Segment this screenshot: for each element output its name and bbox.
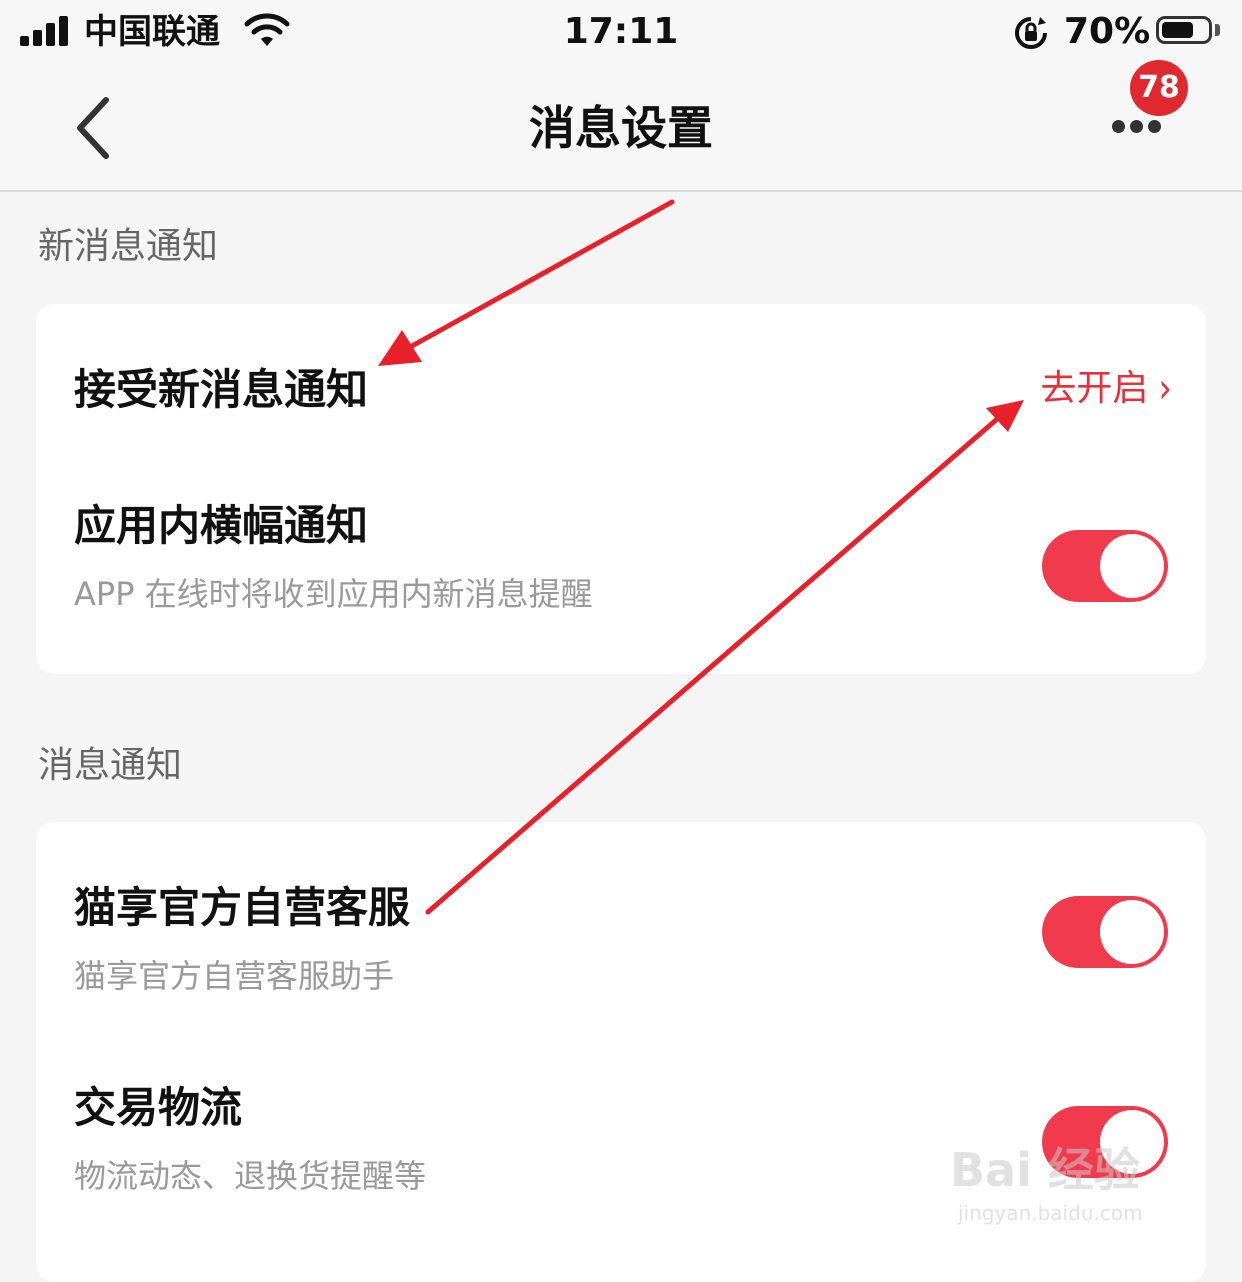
nav-bar: 消息设置	[0, 64, 1242, 192]
toggle-knob	[1100, 534, 1164, 598]
enable-label: 去开启	[1040, 368, 1149, 409]
more-icon	[1112, 120, 1125, 133]
row-title: 接受新消息通知	[74, 365, 369, 414]
watermark-brand: Bai 经验	[950, 1143, 1140, 1197]
baidu-watermark: Bai 经验 jingyan.baidu.com	[950, 1140, 1190, 1230]
row-title: 猫享官方自营客服	[74, 883, 411, 932]
settings-card-new-message: 接受新消息通知 去开启 › 应用内横幅通知 APP 在线时将收到应用内新消息提醒	[36, 304, 1206, 674]
section-title-new-message: 新消息通知	[38, 226, 219, 267]
rotation-lock-icon	[1015, 17, 1047, 49]
row-official-service: 猫享官方自营客服 猫享官方自营客服助手	[36, 822, 1206, 1022]
battery-percent: 70%	[1064, 11, 1151, 52]
row-accept-notifications[interactable]: 接受新消息通知 去开启 ›	[36, 304, 1206, 474]
page-title: 消息设置	[529, 101, 713, 155]
battery-cap	[1215, 24, 1220, 36]
row-title: 应用内横幅通知	[74, 501, 369, 550]
notification-badge: 78	[1130, 60, 1188, 116]
chevron-right-icon: ›	[1158, 365, 1172, 413]
battery-fill	[1162, 22, 1193, 38]
row-subtitle: 猫享官方自营客服助手	[74, 957, 395, 995]
toggle-knob	[1100, 900, 1164, 964]
row-subtitle: APP 在线时将收到应用内新消息提醒	[74, 575, 593, 613]
more-icon-dot	[1148, 120, 1161, 133]
row-in-app-banner: 应用内横幅通知 APP 在线时将收到应用内新消息提醒	[36, 474, 1206, 674]
toggle-in-app-banner[interactable]	[1042, 530, 1168, 602]
watermark-url: jingyan.baidu.com	[958, 1201, 1143, 1225]
status-bar: 中国联通 17:11 70%	[0, 0, 1242, 64]
section-title-message: 消息通知	[38, 745, 183, 786]
toggle-official-service[interactable]	[1042, 896, 1168, 968]
more-icon-dot	[1130, 120, 1143, 133]
row-title: 交易物流	[74, 1083, 243, 1132]
row-subtitle: 物流动态、退换货提醒等	[74, 1157, 427, 1195]
enable-notifications-link[interactable]: 去开启 ›	[1040, 364, 1172, 414]
battery-icon	[1156, 16, 1212, 44]
status-time: 17:11	[563, 11, 679, 52]
